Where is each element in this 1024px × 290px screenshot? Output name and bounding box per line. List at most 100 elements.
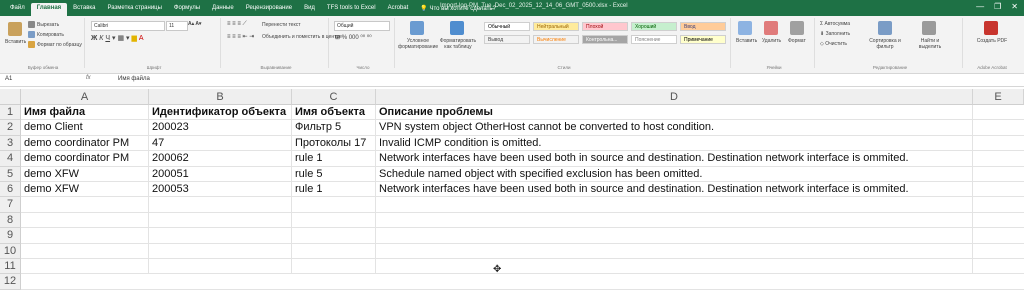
- table-cell[interactable]: 200051: [149, 167, 189, 182]
- column-header-e[interactable]: E: [973, 89, 1024, 105]
- row-header-1[interactable]: 1: [0, 105, 21, 121]
- row-header-7[interactable]: 7: [0, 197, 21, 213]
- tab-acrobat[interactable]: Acrobat: [382, 3, 415, 16]
- table-cell[interactable]: demo Client: [21, 120, 83, 135]
- sort-filter-icon[interactable]: [878, 21, 892, 35]
- formula-input[interactable]: Имя файла: [118, 75, 150, 84]
- number-format-icons[interactable]: ⊞ % 000 ⁰⁰ ⁰⁰: [335, 34, 372, 41]
- table-cell[interactable]: Network interfaces have been used both i…: [376, 151, 909, 166]
- minimize-button[interactable]: —: [976, 2, 984, 11]
- bold-italic-underline[interactable]: Ж К Ч ▾ ▦ ▾ ▆ A: [91, 34, 143, 42]
- row-header-9[interactable]: 9: [0, 228, 21, 244]
- cell-style-6[interactable]: Вывод: [484, 35, 530, 44]
- cell-style-5[interactable]: Ввод: [680, 22, 726, 31]
- tab-insert[interactable]: Вставка: [67, 3, 101, 16]
- column-header-d[interactable]: D: [376, 89, 973, 105]
- tab-page-layout[interactable]: Разметка страницы: [101, 3, 167, 16]
- table-cell[interactable]: demo XFW: [21, 167, 79, 182]
- name-box[interactable]: A1: [2, 75, 65, 84]
- wrap-text-button[interactable]: Перенести текст: [262, 22, 301, 28]
- font-size-combo[interactable]: 11: [166, 21, 188, 31]
- close-button[interactable]: ✕: [1011, 2, 1018, 11]
- align-top-icons[interactable]: ≡ ≡ ≡ ⟋: [227, 21, 247, 28]
- table-cell[interactable]: demo XFW: [21, 182, 79, 197]
- tab-home[interactable]: Главная: [30, 3, 68, 16]
- table-cell[interactable]: demo coordinator PM: [21, 151, 129, 166]
- row-header-3[interactable]: 3: [0, 135, 21, 152]
- cell-style-10[interactable]: Примечание: [680, 35, 726, 44]
- number-format-combo[interactable]: Общий: [334, 21, 390, 31]
- column-header-b[interactable]: B: [149, 89, 292, 105]
- merge-center-button[interactable]: Объединить и поместить в центре: [262, 34, 342, 40]
- table-cell[interactable]: Network interfaces have been used both i…: [376, 182, 909, 197]
- font-name-combo[interactable]: Calibri: [91, 21, 165, 31]
- row-header-4[interactable]: 4: [0, 151, 21, 167]
- row-header-11[interactable]: 11: [0, 259, 21, 275]
- format-painter-button[interactable]: Формат по образцу: [28, 41, 82, 48]
- restore-button[interactable]: ❐: [994, 2, 1001, 11]
- row-header-12[interactable]: 12: [0, 274, 21, 290]
- table-cell[interactable]: rule 1: [292, 151, 323, 166]
- clear-button[interactable]: ◇ Очистить: [820, 41, 847, 47]
- table-cell[interactable]: 200023: [149, 120, 189, 135]
- row-header-10[interactable]: 10: [0, 243, 21, 259]
- table-cell[interactable]: rule 5: [292, 167, 323, 182]
- paste-button[interactable]: Вставить: [5, 39, 26, 45]
- paste-icon[interactable]: [8, 22, 22, 36]
- row-header-5[interactable]: 5: [0, 166, 21, 182]
- header-cell[interactable]: Имя файла: [21, 105, 85, 120]
- table-cell[interactable]: Фильтр 5: [292, 120, 341, 135]
- copy-button[interactable]: Копировать: [28, 31, 64, 38]
- tab-tfs-tools[interactable]: TFS tools to Excel: [321, 3, 382, 16]
- alignment-group: ≡ ≡ ≡ ⟋ ≡ ≡ ≡ ⇤ ⇥ Перенести текст Объеди…: [224, 18, 342, 70]
- format-cells-icon[interactable]: [790, 21, 804, 35]
- table-cell[interactable]: 200062: [149, 151, 189, 166]
- row-header-2[interactable]: 2: [0, 120, 21, 136]
- fill-button[interactable]: ⬇ Заполнить: [820, 31, 850, 37]
- sort-filter-button[interactable]: Сортировка и фильтр: [864, 38, 906, 50]
- create-pdf-button[interactable]: Создать PDF: [972, 38, 1012, 44]
- column-header-c[interactable]: C: [292, 89, 376, 105]
- cell-style-7[interactable]: Вычисление: [533, 35, 579, 44]
- tab-review[interactable]: Рецензирование: [240, 3, 298, 16]
- cell-style-8[interactable]: Контрольна...: [582, 35, 628, 44]
- cell-style-1[interactable]: Обычный: [484, 22, 530, 31]
- table-cell[interactable]: Протоколы 17: [292, 136, 366, 151]
- table-cell[interactable]: VPN system object OtherHost cannot be co…: [376, 120, 714, 135]
- find-select-button[interactable]: Найти и выделить: [910, 38, 950, 50]
- tab-formulas[interactable]: Формулы: [168, 3, 206, 16]
- insert-cells-icon[interactable]: [738, 21, 752, 35]
- fx-icon[interactable]: fx: [86, 75, 91, 81]
- cell-style-2[interactable]: Нейтральный: [533, 22, 579, 31]
- row-header-8[interactable]: 8: [0, 212, 21, 229]
- tab-data[interactable]: Данные: [206, 3, 240, 16]
- table-cell[interactable]: 200053: [149, 182, 189, 197]
- clear-label: Очистить: [825, 41, 847, 47]
- tab-file[interactable]: Файл: [4, 3, 31, 16]
- table-cell[interactable]: demo coordinator PM: [21, 136, 129, 151]
- insert-cells-button[interactable]: Вставить: [736, 38, 757, 44]
- select-all-corner[interactable]: [0, 89, 21, 105]
- pdf-icon[interactable]: [984, 21, 998, 35]
- table-cell[interactable]: 47: [149, 136, 164, 151]
- header-cell[interactable]: Идентификатор объекта: [149, 105, 286, 120]
- cell-style-3[interactable]: Плохой: [582, 22, 628, 31]
- row-header-6[interactable]: 6: [0, 182, 21, 198]
- column-header-a[interactable]: A: [21, 89, 149, 105]
- table-cell[interactable]: Schedule named object with specified exc…: [376, 167, 702, 182]
- cell-style-4[interactable]: Хороший: [631, 22, 677, 31]
- delete-cells-button[interactable]: Удалить: [762, 38, 781, 44]
- align-left-icons[interactable]: ≡ ≡ ≡ ⇤ ⇥: [227, 33, 254, 40]
- find-select-icon[interactable]: [922, 21, 936, 35]
- table-cell[interactable]: Invalid ICMP condition is omitted.: [376, 136, 541, 151]
- header-cell[interactable]: Описание проблемы: [376, 105, 493, 120]
- autosum-button[interactable]: Σ Автосумма: [820, 21, 850, 27]
- delete-cells-icon[interactable]: [764, 21, 778, 35]
- grow-font-icon[interactable]: A▴ A▾: [188, 21, 201, 27]
- tab-view[interactable]: Вид: [298, 3, 321, 16]
- cell-style-9[interactable]: Пояснение: [631, 35, 677, 44]
- header-cell[interactable]: Имя объекта: [292, 105, 365, 120]
- table-cell[interactable]: rule 1: [292, 182, 323, 197]
- format-cells-button[interactable]: Формат: [788, 38, 806, 44]
- cut-button[interactable]: Вырезать: [28, 21, 59, 28]
